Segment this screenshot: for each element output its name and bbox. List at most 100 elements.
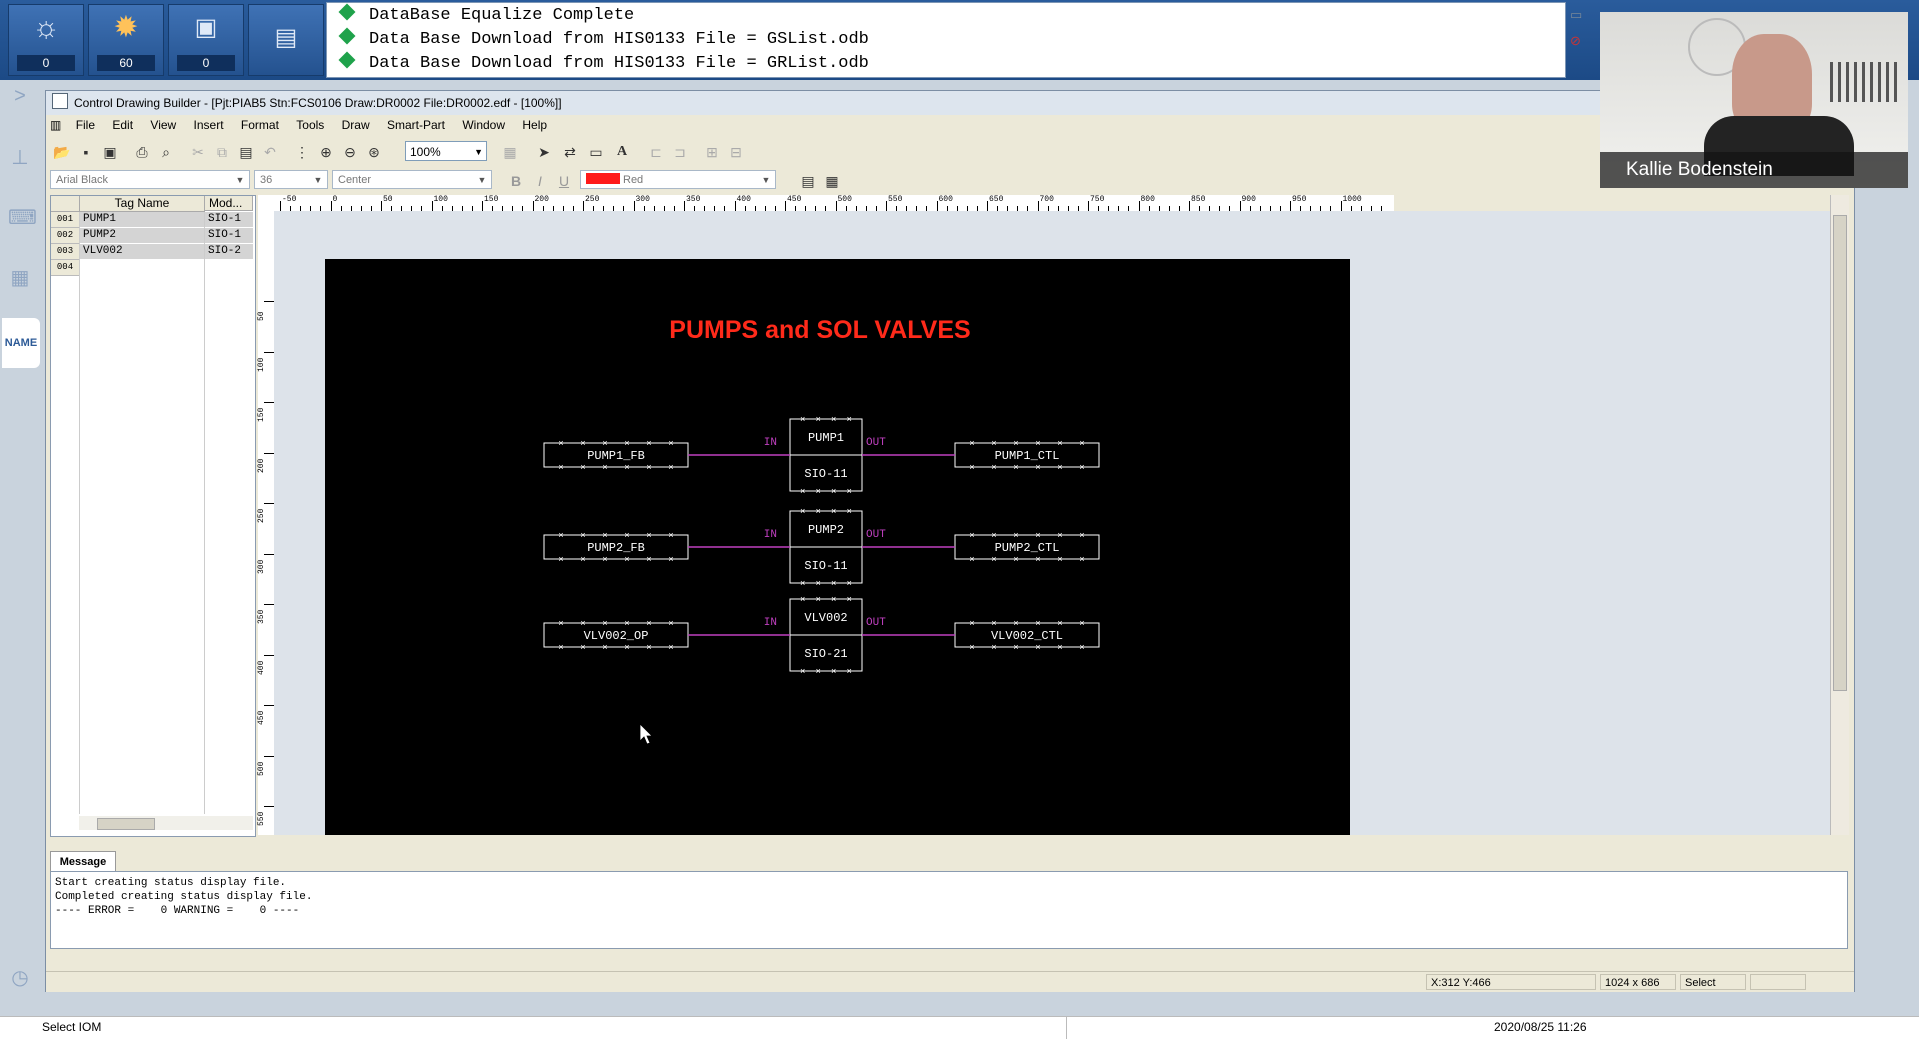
process-alarm-button[interactable]: ☼ 0 xyxy=(8,4,84,76)
connection-mark: × xyxy=(847,579,852,589)
connection-mark: × xyxy=(800,667,805,677)
font-size-select[interactable]: 36 ▼ xyxy=(254,170,328,189)
underline-icon[interactable]: U xyxy=(552,169,576,193)
connection-mark: × xyxy=(580,463,585,473)
zoom-out-icon[interactable]: ⊖ xyxy=(338,140,362,164)
restore-icon[interactable]: ▭ xyxy=(1570,7,1586,23)
undo-icon[interactable]: ↶ xyxy=(258,140,282,164)
scroll-thumb[interactable] xyxy=(1833,215,1847,691)
acknowledge-icon[interactable]: ⊘ xyxy=(1570,33,1586,49)
system-alarm-button[interactable]: ✹ 60 xyxy=(88,4,164,76)
row-number[interactable]: 002 xyxy=(51,228,79,244)
participant-video[interactable]: Kallie Bodenstein xyxy=(1600,12,1908,188)
ruler-tick xyxy=(330,201,332,211)
model-cell[interactable]: SIO-2 xyxy=(205,244,253,259)
zoom-in-icon[interactable]: ⊕ xyxy=(314,140,338,164)
save-all-icon[interactable]: ▣ xyxy=(98,140,122,164)
menu-edit[interactable]: Edit xyxy=(105,115,140,135)
column-header-tag-name[interactable]: Tag Name xyxy=(80,196,205,212)
copy-icon[interactable]: ⧉ xyxy=(210,140,234,164)
align-center-icon[interactable]: ⊐ xyxy=(668,140,692,164)
doc-menu-icon[interactable]: ▥ xyxy=(46,115,65,135)
row-number[interactable]: 003 xyxy=(51,244,79,260)
menu-format[interactable]: Format xyxy=(234,115,286,135)
menu-tools[interactable]: Tools xyxy=(289,115,331,135)
model-cell[interactable]: SIO-1 xyxy=(205,212,253,227)
color-select[interactable]: Red ▼ xyxy=(580,170,776,189)
paste-icon[interactable]: ▤ xyxy=(234,140,258,164)
lightbulb-icon: ☼ xyxy=(32,11,60,44)
status-diamond-icon xyxy=(338,3,356,21)
ruler-label: 150 xyxy=(484,195,499,204)
column-header-model[interactable]: Mod... xyxy=(205,196,253,211)
ruler-tick xyxy=(1037,201,1039,211)
message-line: Start creating status display file. xyxy=(55,877,287,889)
window-icon[interactable]: ▦ xyxy=(8,266,32,290)
menu-file[interactable]: File xyxy=(69,115,102,135)
clock-icon[interactable]: ◷ xyxy=(8,966,32,990)
menu-draw[interactable]: Draw xyxy=(335,115,377,135)
ungroup-icon[interactable]: ⊟ xyxy=(724,140,748,164)
zoom-fit-icon[interactable]: ⊛ xyxy=(362,140,386,164)
table-icon[interactable]: ▦ xyxy=(820,169,844,193)
print-preview-icon[interactable]: ⌕ xyxy=(154,140,178,164)
connection-mark: × xyxy=(580,643,585,653)
properties-icon[interactable]: ▦ xyxy=(498,140,522,164)
italic-icon[interactable]: I xyxy=(528,169,552,193)
vertical-scrollbar[interactable] xyxy=(1830,195,1849,835)
zoom-select[interactable]: 100% ▼ xyxy=(405,141,487,161)
message-monitor-button[interactable]: ▤ xyxy=(248,4,324,76)
menu-view[interactable]: View xyxy=(143,115,183,135)
ruler-label: 650 xyxy=(989,195,1004,204)
menu-help[interactable]: Help xyxy=(515,115,554,135)
horizontal-scrollbar[interactable] xyxy=(79,816,253,830)
menu-insert[interactable]: Insert xyxy=(187,115,231,135)
connection-mark: × xyxy=(847,415,852,425)
ruler-tick xyxy=(264,402,274,403)
group-icon[interactable]: ⊞ xyxy=(700,140,724,164)
connection-mark: × xyxy=(847,667,852,677)
tag-name-cell[interactable]: PUMP1 xyxy=(80,212,204,227)
font-name-select[interactable]: Arial Black ▼ xyxy=(50,170,250,189)
ruler-label: 350 xyxy=(257,609,266,624)
input-terminal-label: PUMP2_FB xyxy=(587,541,645,555)
cut-icon[interactable]: ✂ xyxy=(186,140,210,164)
connection-mark: × xyxy=(1035,463,1040,473)
select-pointer-icon[interactable]: ➤ xyxy=(532,140,556,164)
align-left-icon[interactable]: ⊏ xyxy=(644,140,668,164)
connection-mark: × xyxy=(624,439,629,449)
connect-icon[interactable]: ⇄ xyxy=(558,140,582,164)
tag-name-cell[interactable]: VLV002 xyxy=(80,244,204,259)
scroll-thumb[interactable] xyxy=(97,818,155,830)
row-number[interactable]: 001 xyxy=(51,212,79,228)
open-icon[interactable]: 📂 xyxy=(50,140,74,164)
save-icon[interactable]: ▪ xyxy=(74,140,98,164)
keyboard-icon[interactable]: ⌨ xyxy=(8,206,37,230)
row-number[interactable]: 004 xyxy=(51,260,79,276)
connection-mark: × xyxy=(991,619,996,629)
name-input-button[interactable]: NAME xyxy=(2,318,40,368)
text-align-select[interactable]: Center ▼ xyxy=(332,170,492,189)
os-datetime: 2020/08/25 11:26 xyxy=(1494,1020,1587,1034)
drawing-sheet[interactable]: PUMPS and SOL VALVES × × × × × × × × × × × × PUMP1_FB… xyxy=(325,259,1350,835)
print-icon[interactable]: ⎙ xyxy=(130,140,154,164)
connection-mark: × xyxy=(1079,463,1084,473)
bold-icon[interactable]: B xyxy=(504,169,528,193)
function-block-icon[interactable]: ▭ xyxy=(584,140,608,164)
connection-mark: × xyxy=(558,531,563,541)
text-tool-icon[interactable]: A xyxy=(610,140,634,164)
ruler-label: 300 xyxy=(257,559,266,574)
layer-icon[interactable]: ▤ xyxy=(796,169,820,193)
chevron-right-icon[interactable]: > xyxy=(8,84,32,108)
connection-mark: × xyxy=(558,643,563,653)
tag-name-cell[interactable]: PUMP2 xyxy=(80,228,204,243)
network-icon[interactable]: ⊥ xyxy=(8,146,32,170)
message-tab[interactable]: Message xyxy=(50,851,116,872)
menu-smart-part[interactable]: Smart-Part xyxy=(380,115,452,135)
menu-window[interactable]: Window xyxy=(455,115,512,135)
grid-icon[interactable]: ⋮ xyxy=(290,140,314,164)
edit-mode: Select xyxy=(1680,974,1746,990)
operator-guide-button[interactable]: ▣ 0 xyxy=(168,4,244,76)
model-cell[interactable]: SIO-1 xyxy=(205,228,253,243)
ruler-label: 450 xyxy=(787,195,802,204)
